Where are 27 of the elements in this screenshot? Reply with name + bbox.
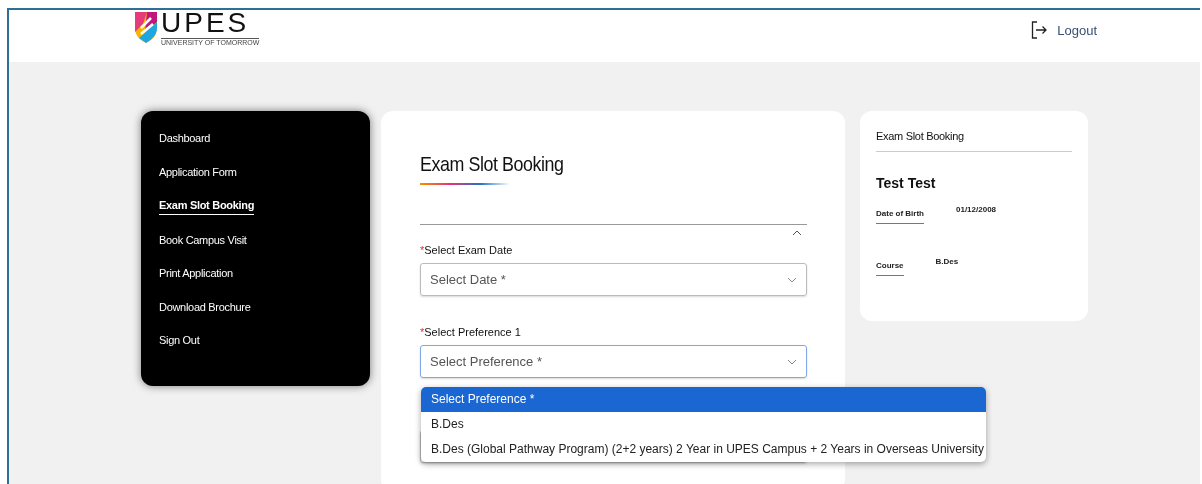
- collapse-caret-icon[interactable]: [792, 230, 802, 236]
- summary-title: Exam Slot Booking: [876, 130, 1072, 152]
- applicant-name: Test Test: [876, 175, 937, 191]
- sidebar-item[interactable]: Sign Out: [159, 334, 200, 349]
- detail-label: Date of Birth: [876, 209, 924, 224]
- sidebar-item[interactable]: Exam Slot Booking: [159, 199, 255, 215]
- detail-label: Course: [876, 261, 904, 276]
- chevron-down-icon: [787, 276, 797, 283]
- dropdown-option[interactable]: B.Des: [421, 412, 986, 437]
- field-label: *Select Preference 1: [420, 326, 522, 338]
- field-label: *Select Exam Date: [420, 244, 514, 256]
- sidebar-item[interactable]: Application Form: [159, 165, 237, 181]
- dropdown-option[interactable]: Select Preference *: [421, 387, 986, 412]
- form-title: Exam Slot Booking: [420, 151, 565, 177]
- sidebar-item[interactable]: Print Application: [159, 267, 233, 282]
- logout-icon: [1031, 21, 1048, 39]
- dropdown-option[interactable]: B.Des (Global Pathway Program) (2+2 years) 2 Year in UPES Campus + 2 Years in Overseas University: [421, 437, 986, 462]
- sidebar-item[interactable]: Download Brochure: [159, 300, 251, 316]
- sidebar-item[interactable]: Book Campus Visit: [159, 233, 247, 249]
- logo-wordmark: UPES: [161, 10, 251, 38]
- sidebar-item[interactable]: Dashboard: [159, 132, 211, 147]
- chevron-down-icon: [787, 358, 797, 365]
- logout-link[interactable]: Logout: [1031, 21, 1097, 39]
- detail-value: 01/12/2008: [956, 205, 997, 214]
- select-field[interactable]: Select Date *: [420, 263, 807, 296]
- select-field[interactable]: Select Preference *: [420, 345, 807, 378]
- detail-value: B.Des: [935, 257, 959, 266]
